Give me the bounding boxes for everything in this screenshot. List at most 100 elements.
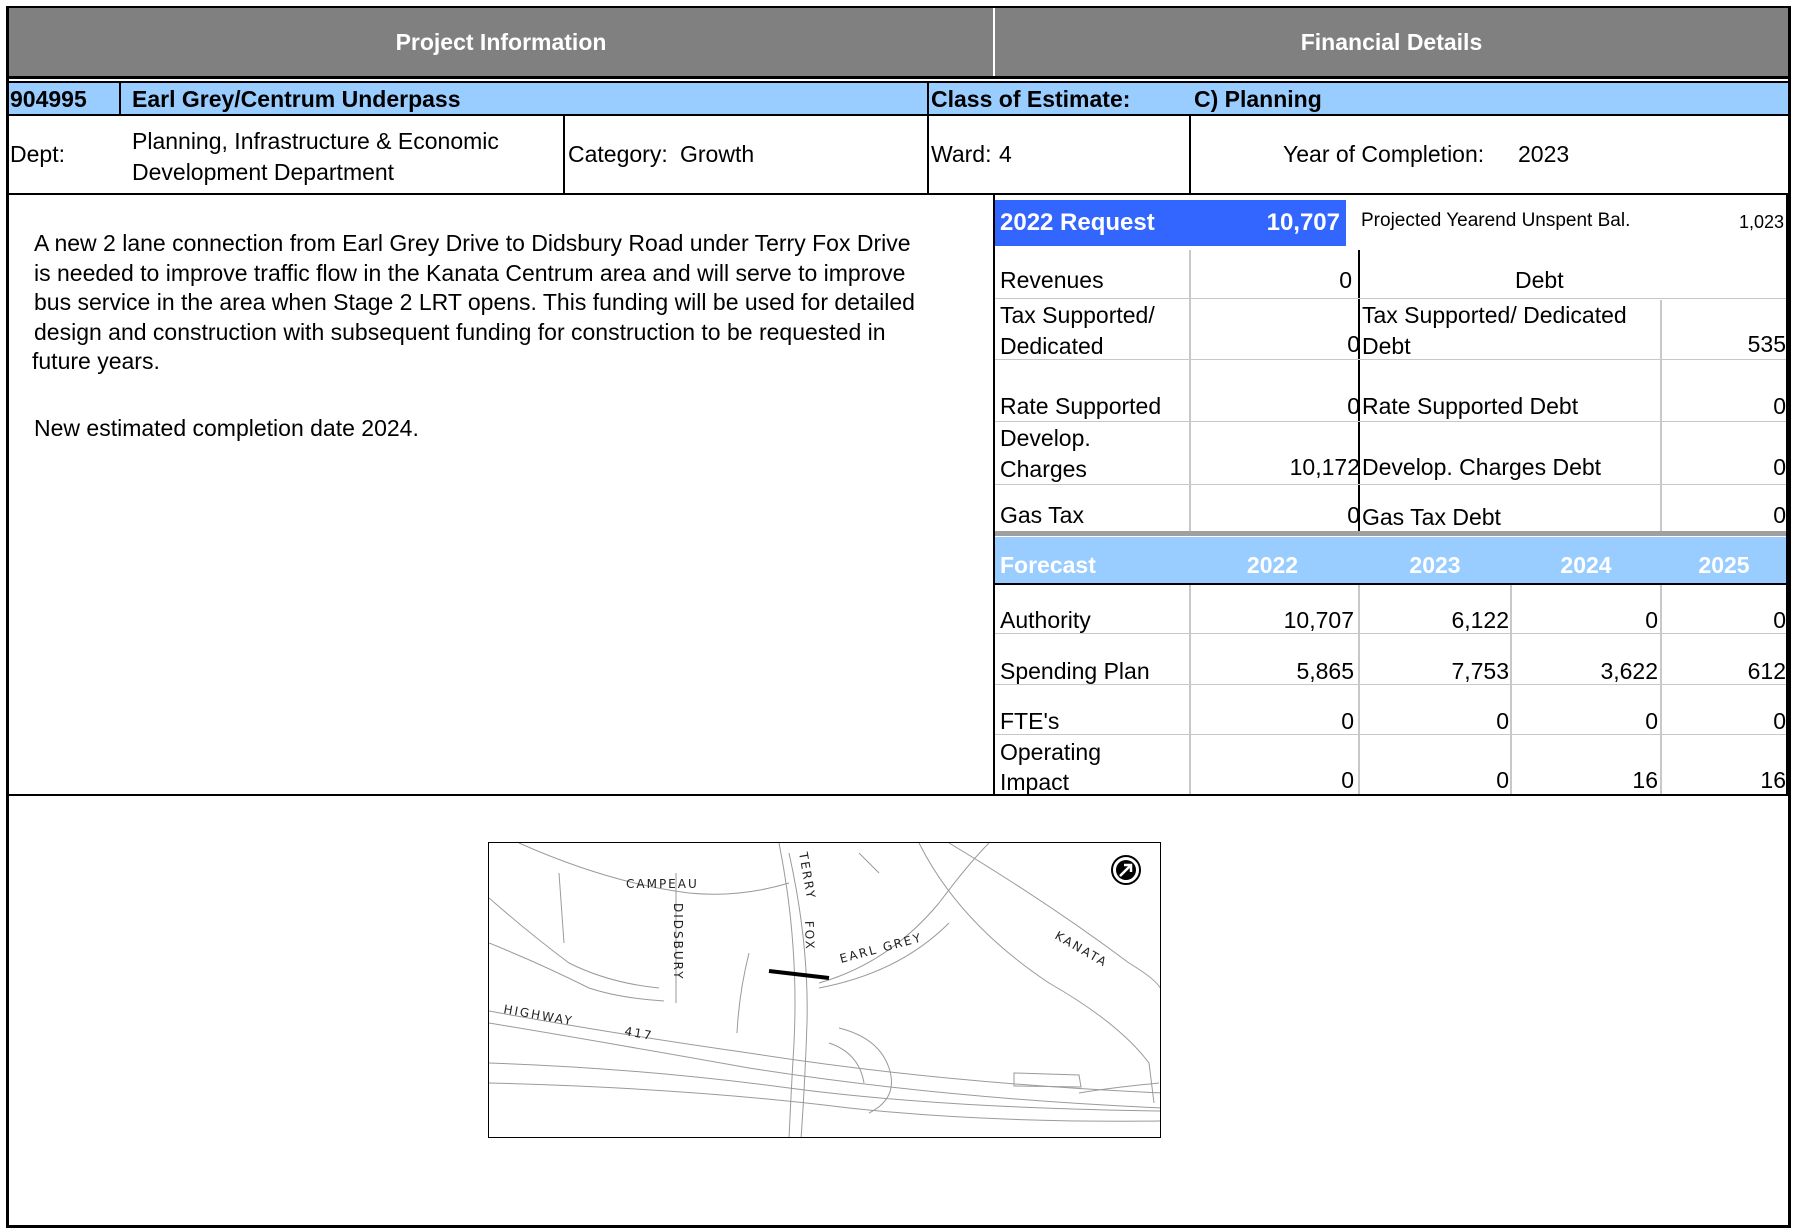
- road: [1078, 1082, 1160, 1094]
- road: [558, 872, 565, 944]
- forecast-cell: 0: [1341, 767, 1354, 793]
- develop-charges-value: 10,172: [1289, 454, 1360, 480]
- project-number: 904995: [10, 86, 87, 112]
- forecast-year-2024: 2024: [1560, 552, 1612, 578]
- rate-debt-value: 0: [1773, 393, 1786, 419]
- forecast-cell: 0: [1773, 607, 1786, 633]
- title-divider-1: [119, 82, 121, 114]
- ward-value: 4: [999, 141, 1012, 167]
- rate-supported-value: 0: [1347, 393, 1360, 419]
- ramp: [828, 1042, 865, 1084]
- title-bottom-rule: [9, 114, 1788, 116]
- ramp: [736, 952, 750, 1034]
- ward-label: Ward:: [931, 141, 992, 167]
- title-divider-2: [927, 82, 929, 114]
- rate-supported-label: Rate Supported: [1000, 393, 1162, 419]
- header-rule: [9, 76, 1788, 79]
- category-value: Growth: [680, 141, 755, 167]
- forecast-cell: 10,707: [1283, 607, 1354, 633]
- gas-tax-debt-value: 0: [1773, 502, 1786, 528]
- funding-grid-h4: [995, 484, 1788, 485]
- financial-right-border: [1786, 193, 1788, 795]
- tax-supported-label: Tax Supported/Dedicated: [1000, 302, 1155, 359]
- completion-value: 2023: [1518, 141, 1570, 167]
- highway-417: [489, 1022, 1160, 1109]
- map-label-417: 417: [623, 1024, 654, 1043]
- project-description: A new 2 lane connection from Earl Grey D…: [32, 230, 915, 374]
- road: [489, 897, 660, 989]
- title-top-rule: [9, 81, 1788, 83]
- class-of-estimate-label: Class of Estimate:: [931, 86, 1131, 112]
- map-label-kanata: KANATA: [1053, 928, 1111, 969]
- forecast-cell: 0: [1773, 708, 1786, 734]
- map-label-terry: TERRY: [796, 850, 818, 901]
- funding-divider: [1358, 250, 1360, 533]
- forecast-header: Forecast: [1000, 552, 1096, 578]
- forecast-year-2025: 2025: [1698, 552, 1750, 578]
- develop-debt-label: Develop. Charges Debt: [1362, 454, 1602, 480]
- forecast-cell: 5,865: [1296, 658, 1354, 684]
- category-divider: [927, 114, 929, 193]
- map-label-fox: FOX: [802, 921, 817, 951]
- completion-label: Year of Completion:: [1283, 141, 1485, 167]
- forecast-cell: 16: [1632, 767, 1658, 793]
- tax-debt-value: 535: [1747, 331, 1786, 357]
- terry-fox-road: [778, 843, 796, 1137]
- forecast-row-label: Operating Impact: [1000, 739, 1102, 795]
- forecast-row-label: Spending Plan: [1000, 658, 1150, 684]
- forecast-cell: 0: [1496, 767, 1509, 793]
- unspent-label: Projected Yearend Unspent Bal.: [1361, 210, 1631, 231]
- forecast-row-label: FTE's: [1000, 708, 1060, 734]
- forecast-cell: 612: [1747, 658, 1786, 684]
- map-label-campeau: CAMPEAU: [626, 877, 699, 891]
- category-label: Category:: [568, 141, 668, 167]
- forecast-year-2023: 2023: [1409, 552, 1461, 578]
- forecast-row-label: Authority: [1000, 607, 1091, 633]
- road: [858, 852, 880, 874]
- completion-note: New estimated completion date 2024.: [34, 415, 419, 441]
- develop-charges-label: Develop. Charges: [1000, 425, 1091, 482]
- forecast-cell: 3,622: [1600, 658, 1658, 684]
- ward-divider: [1189, 114, 1191, 193]
- funding-grid-h3: [995, 421, 1788, 422]
- map-label-earl-grey: EARL GREY: [838, 930, 924, 966]
- gas-tax-debt-label: Gas Tax Debt: [1362, 504, 1501, 530]
- forecast-cell: 0: [1341, 708, 1354, 734]
- dept-bottom-rule: [9, 193, 1788, 195]
- develop-debt-value: 0: [1773, 454, 1786, 480]
- map-graphic: CAMPEAU DIDSBURY TERRY FOX EARL GREY KAN…: [489, 843, 1160, 1137]
- tax-supported-value: 0: [1347, 331, 1360, 357]
- financial-details-header: Financial Details: [995, 8, 1788, 76]
- highway-417: [489, 1010, 1160, 1094]
- forecast-cell: 7,753: [1451, 658, 1509, 684]
- revenues-value: 0: [1339, 267, 1352, 293]
- dept-divider: [563, 114, 565, 193]
- location-map: CAMPEAU DIDSBURY TERRY FOX EARL GREY KAN…: [488, 842, 1161, 1138]
- forecast-cell: 6,122: [1451, 607, 1509, 633]
- request-value: 10,707: [1266, 209, 1340, 236]
- gas-tax-label: Gas Tax: [1000, 502, 1084, 528]
- forecast-cell: 0: [1645, 607, 1658, 633]
- project-name: Earl Grey/Centrum Underpass: [132, 86, 461, 112]
- revenues-label: Revenues: [1000, 267, 1104, 293]
- tax-debt-label: Tax Supported/ Dedicated Debt: [1362, 302, 1627, 359]
- project-information-header: Project Information: [9, 8, 993, 76]
- road: [489, 942, 665, 1002]
- dept-value: Planning, Infrastructure & Economic Deve…: [132, 128, 499, 185]
- funding-grid-h1: [995, 298, 1788, 299]
- north-arrow-icon: [1111, 855, 1141, 885]
- forecast-cell: 0: [1645, 708, 1658, 734]
- class-of-estimate-value: C) Planning: [1194, 86, 1322, 112]
- map-label-highway: HIGHWAY: [502, 1002, 574, 1028]
- dept-label: Dept:: [10, 141, 65, 167]
- forecast-year-2022: 2022: [1246, 552, 1299, 578]
- map-label-didsbury: DIDSBURY: [671, 903, 685, 981]
- forecast-header-rule: [995, 583, 1788, 585]
- forecast-cell: 16: [1760, 767, 1786, 793]
- request-label: 2022 Request: [1000, 209, 1155, 236]
- funding-bottom-rule: [995, 531, 1788, 536]
- forecast-cell: 0: [1496, 708, 1509, 734]
- section-bottom-rule: [9, 794, 1788, 796]
- gas-tax-value: 0: [1347, 502, 1360, 528]
- debt-header: Debt: [1515, 267, 1564, 293]
